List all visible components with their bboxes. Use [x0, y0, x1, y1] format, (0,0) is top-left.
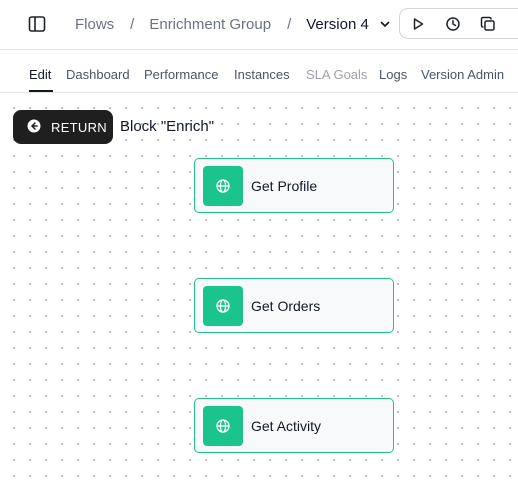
active-tab-indicator: [29, 90, 53, 92]
arrow-left-circle-icon: [27, 119, 41, 136]
sidebar-toggle-icon[interactable]: [24, 11, 50, 37]
tab-instances[interactable]: Instances: [234, 67, 290, 82]
globe-icon: [203, 405, 243, 446]
globe-icon: [203, 285, 243, 326]
node-get-orders[interactable]: Get Orders: [194, 278, 394, 333]
breadcrumb-separator: /: [287, 15, 292, 33]
tab-version-admin[interactable]: Version Admin: [421, 67, 504, 82]
breadcrumb-separator: /: [130, 15, 135, 33]
tab-performance[interactable]: Performance: [144, 67, 218, 82]
block-title: Block "Enrich": [120, 118, 215, 135]
globe-icon: [203, 165, 243, 206]
node-label: Get Orders: [251, 297, 321, 314]
top-header: Flows / Enrichment Group / Version 4: [0, 0, 518, 50]
node-label: Get Profile: [251, 177, 318, 194]
tab-bar: Edit Dashboard Performance Instances SLA…: [0, 51, 518, 93]
action-toolbar: [399, 8, 518, 39]
breadcrumb-group[interactable]: Enrichment Group: [149, 16, 271, 33]
play-icon[interactable]: [408, 14, 428, 34]
clock-icon[interactable]: [443, 14, 463, 34]
tab-logs[interactable]: Logs: [379, 67, 407, 82]
node-label: Get Activity: [251, 417, 322, 434]
copy-icon[interactable]: [478, 14, 498, 34]
return-button[interactable]: RETURN: [13, 110, 113, 144]
version-selector[interactable]: Version 4: [306, 16, 391, 33]
tab-sla-goals: SLA Goals: [306, 67, 368, 82]
return-label: RETURN: [51, 119, 107, 135]
breadcrumb: Flows / Enrichment Group / Version 4: [75, 14, 391, 34]
chevron-down-icon: [379, 18, 391, 30]
node-get-profile[interactable]: Get Profile: [194, 158, 394, 213]
node-get-activity[interactable]: Get Activity: [194, 398, 394, 453]
tab-dashboard[interactable]: Dashboard: [66, 67, 130, 82]
tab-edit[interactable]: Edit: [29, 67, 51, 82]
version-label: Version 4: [306, 15, 369, 33]
breadcrumb-flows[interactable]: Flows: [75, 16, 114, 33]
